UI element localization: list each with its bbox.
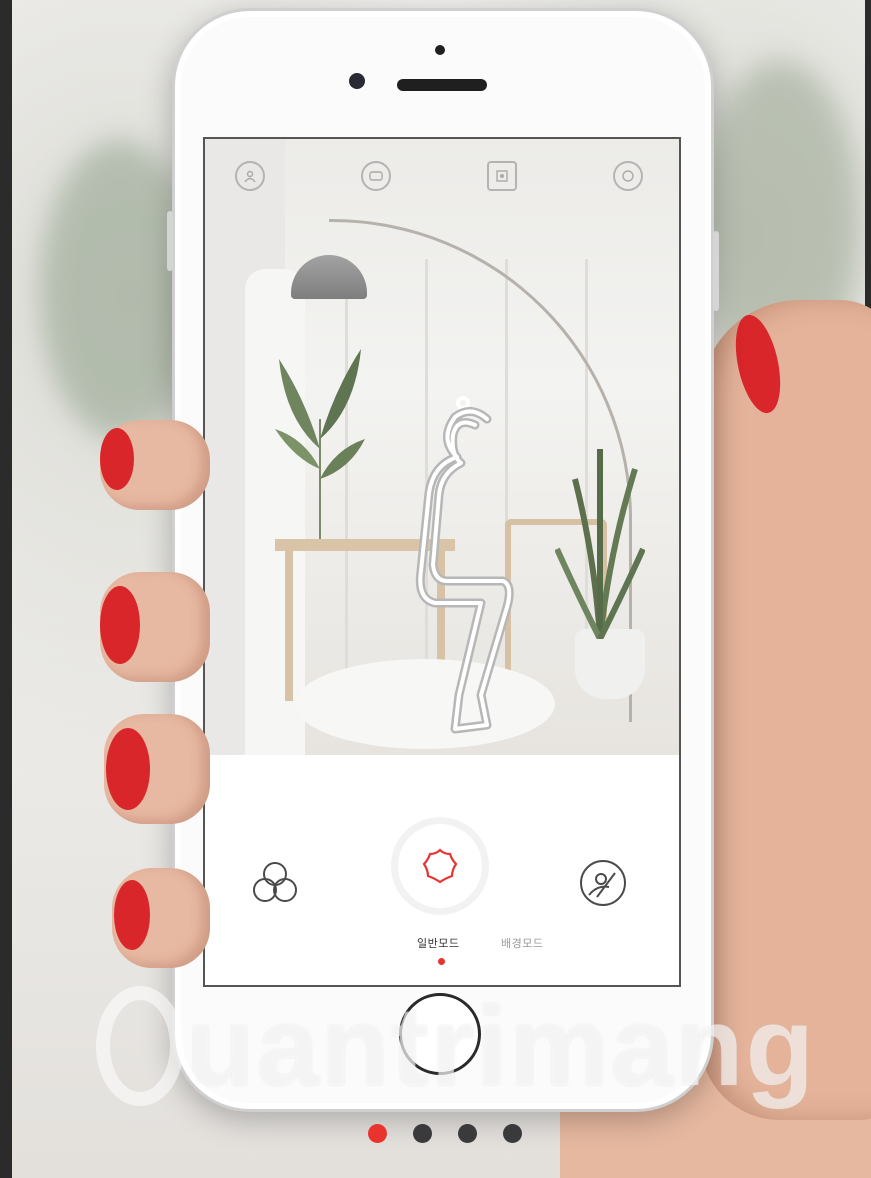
page-indicator: [368, 1124, 522, 1144]
finger-nail: [100, 428, 134, 490]
mode-tab-normal[interactable]: 일반모드: [417, 935, 459, 951]
phone-screen: 일반모드 배경모드: [203, 137, 681, 987]
watermark: uantrimang: [96, 976, 816, 1116]
camera-controls: 일반모드 배경모드: [205, 755, 679, 985]
person-icon[interactable]: [235, 161, 265, 191]
frame-icon[interactable]: [487, 161, 517, 191]
page-dot-1[interactable]: [368, 1124, 387, 1143]
shutter-button[interactable]: [391, 817, 489, 915]
timer-icon[interactable]: [613, 161, 643, 191]
plant-right: [555, 449, 645, 639]
page-dot-3[interactable]: [458, 1124, 477, 1143]
table-leg: [285, 551, 293, 701]
page-dot-4[interactable]: [503, 1124, 522, 1143]
finger-1: [100, 420, 210, 510]
finger-2: [100, 572, 210, 682]
plant-left: [275, 349, 365, 549]
finger-4: [112, 868, 210, 968]
finger-nail: [100, 586, 140, 664]
stage: 일반모드 배경모드 uantrimang: [0, 0, 871, 1178]
watermark-text: uantrimang: [186, 983, 816, 1109]
plant-pot: [575, 629, 645, 699]
left-border: [0, 0, 12, 1178]
shutter-hexagon-icon: [422, 848, 458, 884]
shutter-inner: [398, 824, 482, 908]
phone-sensor: [435, 45, 445, 55]
pose-guide-icon[interactable]: [573, 853, 633, 913]
active-mode-indicator: [438, 958, 445, 965]
ratio-icon[interactable]: [361, 161, 391, 191]
volume-button: [167, 211, 173, 271]
finger-nail: [114, 880, 150, 950]
earpiece-speaker: [397, 79, 487, 91]
power-button: [713, 231, 719, 311]
camera-viewfinder[interactable]: [205, 139, 679, 755]
front-camera-lens: [349, 73, 365, 89]
finger-3: [104, 714, 210, 824]
page-dot-2[interactable]: [413, 1124, 432, 1143]
filter-circles-icon[interactable]: [245, 853, 305, 913]
mode-tab-background[interactable]: 배경모드: [501, 935, 543, 951]
phone-device: 일반모드 배경모드: [167, 8, 719, 1112]
pose-guide-silhouette-icon: [415, 396, 514, 734]
finger-nail: [106, 728, 150, 810]
watermark-logo-q-icon: [96, 986, 185, 1106]
thumb-nail: [728, 310, 788, 418]
